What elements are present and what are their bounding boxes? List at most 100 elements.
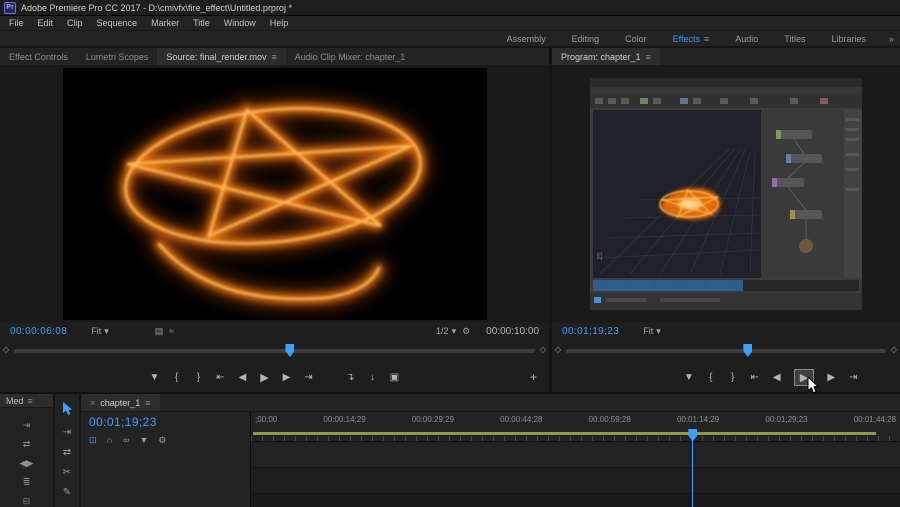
zoom-handle-right-icon[interactable]: ◇ xyxy=(891,345,897,354)
ripple-edit-tool[interactable]: ⇄ xyxy=(63,447,71,458)
ruler-label: 00:00:59;28 xyxy=(589,415,631,424)
source-panel-menu-icon[interactable]: ≡ xyxy=(271,52,276,62)
track-select-tool[interactable]: ⇥ xyxy=(63,427,71,438)
track-area-empty[interactable] xyxy=(251,494,900,507)
source-settings-icon[interactable]: ⚙ xyxy=(462,326,470,337)
drag-video-icon[interactable]: ▤ xyxy=(155,326,164,337)
drag-audio-icon[interactable]: ≈ xyxy=(169,326,174,336)
workspace-tab-libraries[interactable]: Libraries xyxy=(818,34,879,44)
program-scrub-playhead[interactable] xyxy=(743,344,752,357)
tab-program-monitor-label: Program: chapter_1 xyxy=(561,52,641,62)
media-filter-icon[interactable]: ⊟ xyxy=(23,496,31,507)
add-marker-icon[interactable]: ▼ xyxy=(139,435,148,446)
menu-edit[interactable]: Edit xyxy=(31,18,61,28)
overwrite-button[interactable]: ↓ xyxy=(368,372,378,383)
timeline-timecode[interactable]: 00:01;19;23 xyxy=(89,415,242,429)
insert-button[interactable]: ↴ xyxy=(346,372,356,383)
tools-panel: ⇥ ⇄ ✂ ✎ T xyxy=(55,394,81,507)
go-to-in-button[interactable]: ⇤ xyxy=(750,372,760,383)
step-forward-button[interactable]: ▶ xyxy=(826,372,836,383)
source-scrub-track[interactable] xyxy=(14,349,535,353)
zoom-handle-right-icon[interactable]: ◇ xyxy=(540,345,546,354)
mark-in-button[interactable]: { xyxy=(706,372,716,383)
timeline-panel-menu-icon[interactable]: ≡ xyxy=(145,398,150,408)
play-button[interactable]: ▶ xyxy=(260,371,270,384)
workspace-overflow-icon[interactable]: » xyxy=(889,34,894,44)
go-to-out-button[interactable]: ⇥ xyxy=(848,372,858,383)
step-back-button[interactable]: ◀ xyxy=(772,372,782,383)
tab-lumetri-scopes[interactable]: Lumetri Scopes xyxy=(77,48,158,65)
play-button-hovered[interactable]: ▶ xyxy=(794,369,814,386)
timeline-settings-icon[interactable]: ⚙ xyxy=(158,435,166,446)
audio-track-a1[interactable] xyxy=(251,468,900,494)
menu-file[interactable]: File xyxy=(2,18,31,28)
close-icon[interactable]: × xyxy=(90,398,95,408)
media-browser-tab[interactable]: Med ≡ xyxy=(0,394,53,408)
program-timecode[interactable]: 00:01;19;23 xyxy=(562,326,619,337)
source-resolution-dropdown[interactable]: 1/2 ▾ xyxy=(436,326,456,337)
menu-bar: File Edit Clip Sequence Marker Title Win… xyxy=(0,16,900,31)
media-list-icon[interactable]: ≣ xyxy=(23,477,31,488)
timeline-tab-label: chapter_1 xyxy=(100,398,140,408)
chevron-down-icon: ▾ xyxy=(452,326,457,337)
razor-tool[interactable]: ✂ xyxy=(63,467,71,478)
timeline-ruler[interactable]: ;00;00 00:00:14;29 00:00:29;29 00:00:44;… xyxy=(251,412,900,442)
selection-tool[interactable] xyxy=(62,402,73,418)
program-panel-menu-icon[interactable]: ≡ xyxy=(646,52,651,62)
workspace-tab-effects[interactable]: Effects ≡ xyxy=(660,34,723,44)
workspace-tab-color[interactable]: Color xyxy=(612,34,660,44)
ruler-label: 00:01:14;29 xyxy=(677,415,719,424)
step-back-button[interactable]: ◀ xyxy=(238,372,248,383)
program-scrubber[interactable]: ◇ ◇ xyxy=(552,340,900,362)
button-editor-plus[interactable]: + xyxy=(530,370,537,384)
linked-selection-icon[interactable]: ∞ xyxy=(123,435,129,446)
media-nav-icon[interactable]: ⇥ xyxy=(23,420,31,431)
timeline-tracks-area[interactable]: ;00;00 00:00:14;29 00:00:29;29 00:00:44;… xyxy=(251,412,900,507)
source-timecode[interactable]: 00:00:06:08 xyxy=(10,326,67,337)
timeline-tab-bar: × chapter_1 ≡ xyxy=(81,394,900,412)
video-track-v1[interactable] xyxy=(251,442,900,468)
source-scrub-playhead[interactable] xyxy=(285,344,294,357)
add-marker-button[interactable]: ▼ xyxy=(684,372,694,383)
workspace-tab-audio[interactable]: Audio xyxy=(722,34,771,44)
source-duration: 00:00:10:00 xyxy=(486,326,539,337)
program-zoom-dropdown[interactable]: Fit ▾ xyxy=(643,326,661,337)
nest-toggle-icon[interactable]: ⊡ xyxy=(89,435,97,446)
work-area-bar[interactable] xyxy=(253,432,876,435)
workspace-tab-assembly[interactable]: Assembly xyxy=(494,34,559,44)
menu-window[interactable]: Window xyxy=(217,18,263,28)
program-scrub-track[interactable] xyxy=(566,349,886,353)
mark-out-button[interactable]: } xyxy=(728,372,738,383)
workspace-tab-editing[interactable]: Editing xyxy=(559,34,613,44)
snap-icon[interactable]: ∩ xyxy=(107,435,113,446)
pen-tool[interactable]: ✎ xyxy=(63,487,71,498)
zoom-handle-left-icon[interactable]: ◇ xyxy=(555,345,561,354)
media-prevnext-icon[interactable]: ◀▶ xyxy=(20,458,34,469)
tab-program-monitor[interactable]: Program: chapter_1 ≡ xyxy=(552,48,660,65)
media-panel-menu-icon[interactable]: ≡ xyxy=(28,396,33,406)
tab-source-monitor[interactable]: Source: final_render.mov ≡ xyxy=(157,48,285,65)
source-scrubber[interactable]: ◇ ◇ xyxy=(0,340,549,362)
menu-marker[interactable]: Marker xyxy=(144,18,186,28)
source-zoom-dropdown[interactable]: Fit ▾ xyxy=(91,326,109,337)
media-transfer-icon[interactable]: ⇄ xyxy=(23,439,31,450)
zoom-handle-left-icon[interactable]: ◇ xyxy=(3,345,9,354)
workspace-tab-titles[interactable]: Titles xyxy=(771,34,818,44)
workspace-menu-icon[interactable]: ≡ xyxy=(704,34,709,44)
ruler-ticks xyxy=(251,436,900,441)
export-frame-button[interactable]: ▣ xyxy=(390,372,400,383)
menu-help[interactable]: Help xyxy=(263,18,296,28)
mark-out-button[interactable]: } xyxy=(194,372,204,383)
step-forward-button[interactable]: ▶ xyxy=(282,372,292,383)
menu-clip[interactable]: Clip xyxy=(60,18,90,28)
add-marker-button[interactable]: ▼ xyxy=(150,372,160,383)
program-monitor-area: 25 xyxy=(552,66,900,322)
go-to-in-button[interactable]: ⇤ xyxy=(216,372,226,383)
menu-sequence[interactable]: Sequence xyxy=(90,18,145,28)
go-to-out-button[interactable]: ⇥ xyxy=(304,372,314,383)
timeline-tab[interactable]: × chapter_1 ≡ xyxy=(81,394,160,411)
mark-in-button[interactable]: { xyxy=(172,372,182,383)
tab-effect-controls[interactable]: Effect Controls xyxy=(0,48,77,65)
tab-audio-clip-mixer[interactable]: Audio Clip Mixer: chapter_1 xyxy=(286,48,415,65)
menu-title[interactable]: Title xyxy=(186,18,217,28)
